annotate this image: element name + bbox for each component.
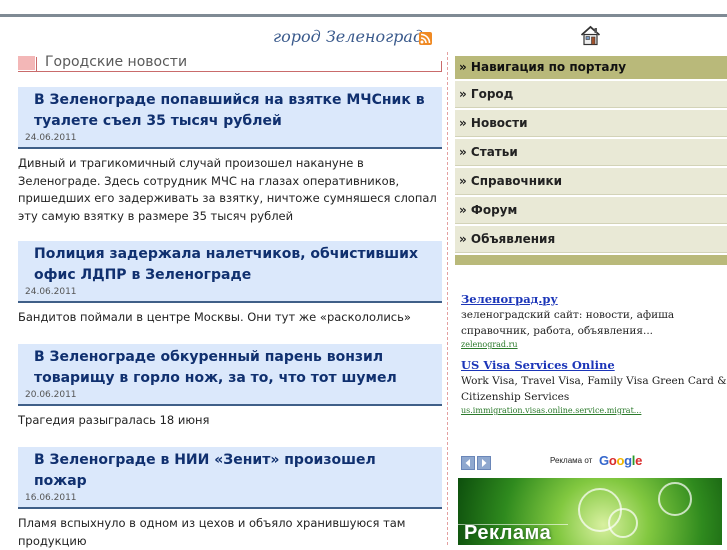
news-item: В Зеленограде в НИИ «Зенит» произошел по… [18,447,442,550]
news-item: Полиция задержала налетчиков, обчистивши… [18,241,442,327]
news-date: 16.06.2011 [25,493,77,503]
news-headline-box: В Зеленограде попавшийся на взятке МЧСни… [18,87,442,149]
ad-title-link[interactable]: US Visa Services Online [461,357,727,373]
news-summary: Пламя вспыхнуло в одном из цехов и объял… [18,516,406,548]
news-headline-link[interactable]: Полиция задержала налетчиков, обчистивши… [34,244,432,286]
portal-navigation: » Навигация по порталу » Город » Новости… [455,56,727,265]
section-marker-bar [36,57,37,71]
nav-item-city[interactable]: » Город [455,81,727,108]
nav-item-classifieds[interactable]: » Объявления [455,226,727,253]
news-headline-box: В Зеленограде обкуренный парень вонзил т… [18,344,442,406]
nav-header: » Навигация по порталу [455,56,727,79]
ads-by-label[interactable]: Реклама от [550,456,592,465]
news-headline-link[interactable]: В Зеленограде обкуренный парень вонзил т… [34,347,432,389]
section-marker [18,56,35,70]
news-headline-box: В Зеленограде в НИИ «Зенит» произошел по… [18,447,442,509]
prev-arrow-icon[interactable] [461,456,475,470]
nav-item-articles[interactable]: » Статьи [455,139,727,166]
ad-description: Work Visa, Travel Visa, Family Visa Gree… [461,375,727,403]
news-summary: Дивный и трагикомичный случай произошел … [18,156,437,223]
section-rule-cap [441,61,442,71]
ad-description: зеленоградский сайт: новости, афиша спра… [461,309,675,337]
ad-item: US Visa Services Online Work Visa, Trave… [461,357,727,416]
home-icon[interactable] [580,25,601,46]
ad-title-link[interactable]: Зеленоград.ру [461,291,727,307]
news-column: Городские новости В Зеленограде попавший… [0,50,450,548]
news-date: 20.06.2011 [25,390,77,400]
news-date: 24.06.2011 [25,287,77,297]
nav-item-directories[interactable]: » Справочники [455,168,727,195]
ad-item: Зеленоград.ру зеленоградский сайт: новос… [461,291,727,350]
ad-url-link[interactable]: zelenograd.ru [461,339,727,350]
ad-block: Зеленоград.ру зеленоградский сайт: новос… [461,291,727,423]
nav-footer-bar [455,255,727,265]
news-item: В Зеленограде обкуренный парень вонзил т… [18,344,442,430]
ad-banner[interactable]: Реклама [458,478,722,545]
next-arrow-icon[interactable] [477,456,491,470]
news-summary: Трагедия разыгралась 18 июня [18,413,210,427]
banner-text: Реклама [464,522,552,544]
banner-swirl [608,508,638,538]
ad-controls: Реклама от Google [461,453,727,471]
top-rule [0,14,727,17]
ad-url-link[interactable]: us.immigration.visas.online.service.migr… [461,405,727,416]
section-header: Городские новости [18,54,442,72]
rss-icon[interactable] [419,32,432,45]
nav-item-news[interactable]: » Новости [455,110,727,137]
news-summary: Бандитов поймали в центре Москвы. Они ту… [18,310,411,324]
banner-swirl [658,482,692,516]
google-logo[interactable]: Google [599,453,642,468]
site-title[interactable]: город Зеленоград [273,27,423,46]
nav-item-forum[interactable]: » Форум [455,197,727,224]
section-title: Городские новости [45,54,188,70]
news-item: В Зеленограде попавшийся на взятке МЧСни… [18,87,442,225]
news-date: 24.06.2011 [25,133,77,143]
news-headline-box: Полиция задержала налетчиков, обчистивши… [18,241,442,303]
news-headline-link[interactable]: В Зеленограде в НИИ «Зенит» произошел по… [34,450,432,492]
news-headline-link[interactable]: В Зеленограде попавшийся на взятке МЧСни… [34,90,432,132]
